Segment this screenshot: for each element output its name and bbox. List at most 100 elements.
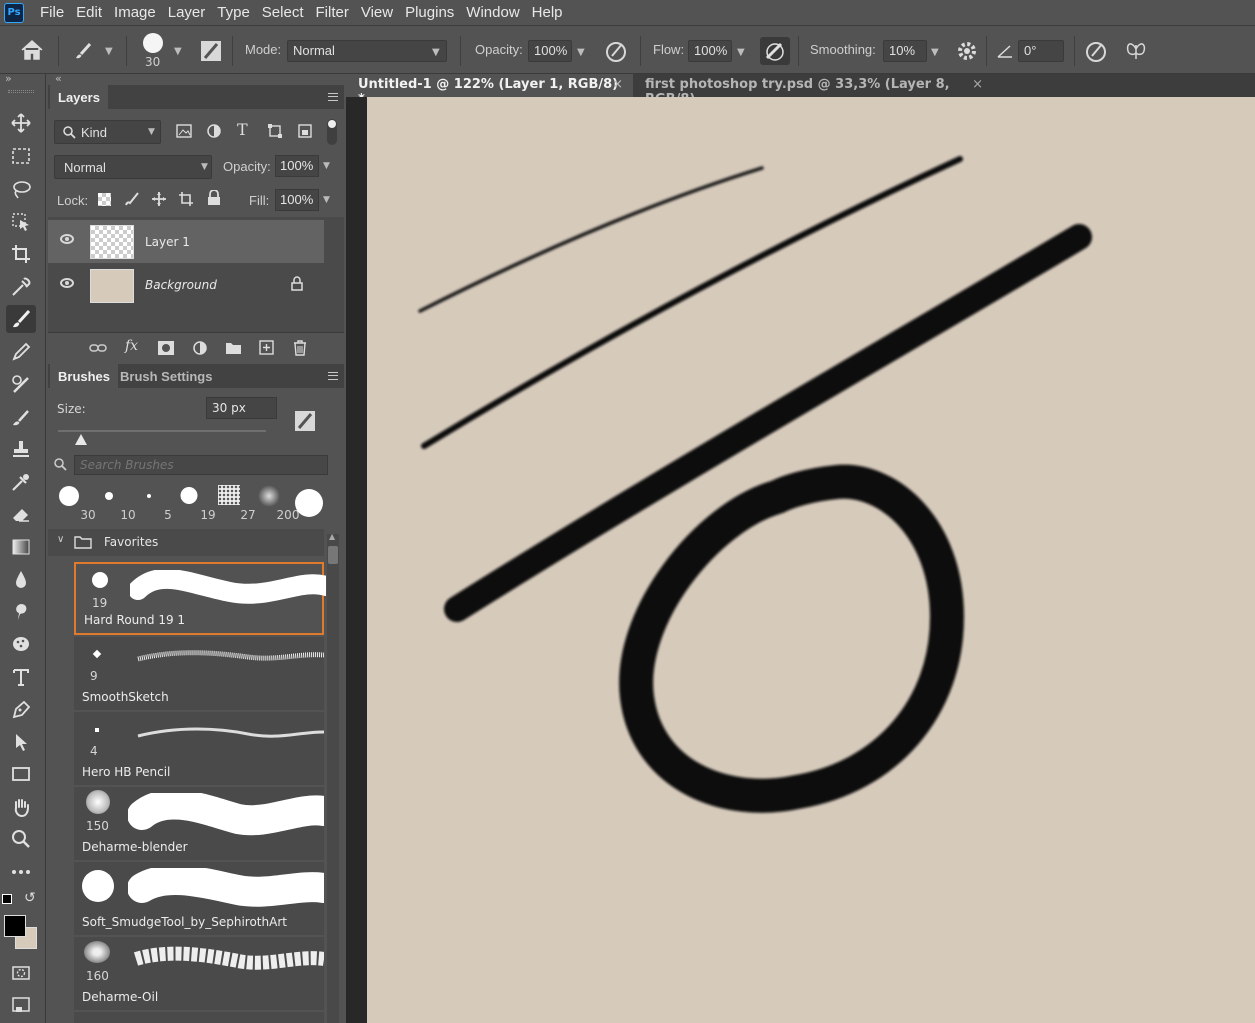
foreground-color-swatch[interactable] xyxy=(4,915,26,937)
brush-preset-200[interactable]: 200 xyxy=(250,484,299,522)
more-tools-icon[interactable] xyxy=(6,858,36,886)
brush-preset-5[interactable]: 5 xyxy=(130,484,172,522)
sponge-tool-icon[interactable] xyxy=(6,630,36,658)
lasso-tool-icon[interactable] xyxy=(6,175,36,203)
chevron-down-icon[interactable]: ∨ xyxy=(57,534,64,545)
clone-stamp-tool-icon[interactable] xyxy=(6,435,36,463)
swap-colors-icon[interactable]: ↺ xyxy=(24,890,36,906)
brush-item-deharme-blender[interactable]: 150 Deharme-blender xyxy=(74,787,324,860)
filter-adjustment-icon[interactable] xyxy=(206,123,222,139)
brush-item-deharme-oil[interactable]: 160 Deharme-Oil xyxy=(74,937,324,1010)
brush-item-hard-round[interactable]: 19 Hard Round 19 1 xyxy=(74,562,326,635)
menu-help[interactable]: Help xyxy=(526,4,569,21)
layer-opacity-input[interactable]: 100% xyxy=(275,155,319,177)
object-selection-tool-icon[interactable] xyxy=(6,208,36,236)
symmetry-butterfly-icon[interactable] xyxy=(1124,39,1148,63)
filter-toggle[interactable] xyxy=(327,119,337,145)
grip-icon[interactable] xyxy=(8,90,34,93)
fx-icon[interactable]: fx xyxy=(125,338,138,354)
adjustment-layer-icon[interactable] xyxy=(192,340,208,356)
move-tool-icon[interactable] xyxy=(6,109,36,137)
brushes-scrollbar[interactable]: ▲ xyxy=(327,532,339,1023)
tab-untitled-1[interactable]: Untitled-1 @ 122% (Layer 1, RGB/8) * × xyxy=(346,74,633,107)
path-selection-tool-icon[interactable] xyxy=(6,728,36,756)
brush-preset-19[interactable]: 19 xyxy=(170,484,216,522)
brush-size-input[interactable]: 30 px xyxy=(206,397,277,419)
menu-edit[interactable]: Edit xyxy=(70,4,108,21)
scrollbar-thumb[interactable] xyxy=(328,546,338,564)
opacity-input[interactable]: 100% xyxy=(528,40,572,62)
filter-smart-object-icon[interactable] xyxy=(297,123,313,139)
mode-select[interactable]: Normal xyxy=(287,40,447,62)
history-brush-tool-icon[interactable] xyxy=(6,403,36,431)
tab-brushes[interactable]: Brushes xyxy=(50,364,119,388)
quick-mask-icon[interactable] xyxy=(6,959,36,987)
menu-layer[interactable]: Layer xyxy=(162,4,212,21)
airbrush-toggle[interactable] xyxy=(760,37,790,65)
chevron-down-icon[interactable]: ▼ xyxy=(323,161,330,171)
menu-select[interactable]: Select xyxy=(256,4,310,21)
layer-name[interactable]: Background xyxy=(145,278,217,292)
lock-transparent-icon[interactable] xyxy=(98,193,111,206)
brush-preset-large[interactable] xyxy=(290,484,328,522)
lock-paint-icon[interactable] xyxy=(124,191,140,207)
chevron-down-icon[interactable]: ▼ xyxy=(577,47,585,58)
menu-window[interactable]: Window xyxy=(460,4,525,21)
panel-menu-icon[interactable] xyxy=(328,372,338,380)
layer-row-background[interactable]: Background xyxy=(48,264,324,307)
rectangle-tool-icon[interactable] xyxy=(6,760,36,788)
eraser-tool-icon[interactable] xyxy=(6,500,36,528)
chevron-down-icon[interactable]: ▼ xyxy=(323,195,330,205)
document-canvas[interactable] xyxy=(367,97,1255,1023)
brush-tip-preview[interactable] xyxy=(143,33,163,53)
pressure-opacity-icon[interactable] xyxy=(604,39,628,63)
gradient-tool-icon[interactable] xyxy=(6,533,36,561)
close-icon[interactable]: × xyxy=(972,77,983,92)
mixer-brush-tool-icon[interactable] xyxy=(6,370,36,398)
tab-first-photoshop-try[interactable]: first photoshop try.psd @ 33,3% (Layer 8… xyxy=(633,74,993,107)
brush-item-soft-smudge[interactable]: Soft_SmudgeTool_by_SephirothArt xyxy=(74,862,324,935)
eye-icon[interactable] xyxy=(60,234,74,244)
brush-item-hero-hb-pencil[interactable]: 4 Hero HB Pencil xyxy=(74,712,324,785)
chevron-down-icon[interactable]: ▼ xyxy=(105,46,113,57)
smudge-tool-icon[interactable] xyxy=(6,598,36,626)
menu-image[interactable]: Image xyxy=(108,4,162,21)
blur-tool-icon[interactable] xyxy=(6,565,36,593)
layer-row-layer-1[interactable]: Layer 1 xyxy=(48,220,324,263)
panel-menu-icon[interactable] xyxy=(328,93,338,101)
scroll-up-icon[interactable]: ▲ xyxy=(329,532,335,541)
chevron-down-icon[interactable]: ▼ xyxy=(931,47,939,58)
tab-brush-settings[interactable]: Brush Settings xyxy=(112,364,220,388)
menu-view[interactable]: View xyxy=(355,4,399,21)
brush-settings-toggle-icon[interactable] xyxy=(200,40,222,62)
brush-settings-toggle-icon[interactable] xyxy=(294,410,316,432)
link-layers-icon[interactable] xyxy=(89,342,107,354)
spot-healing-tool-icon[interactable] xyxy=(6,468,36,496)
gear-icon[interactable] xyxy=(956,40,978,62)
menu-file[interactable]: File xyxy=(34,4,70,21)
collapse-arrows-icon[interactable]: » xyxy=(5,72,12,85)
brush-item-partial[interactable] xyxy=(74,1012,324,1023)
type-tool-icon[interactable] xyxy=(6,663,36,691)
eyedropper-tool-icon[interactable] xyxy=(6,273,36,301)
brush-tool-icon[interactable] xyxy=(6,305,36,333)
default-colors-icon[interactable] xyxy=(2,894,12,904)
filter-type-icon[interactable]: T xyxy=(237,120,248,139)
hand-tool-icon[interactable] xyxy=(6,793,36,821)
marquee-tool-icon[interactable] xyxy=(6,142,36,170)
brush-preset-27[interactable]: 27 xyxy=(210,484,256,522)
menu-filter[interactable]: Filter xyxy=(310,4,355,21)
chevron-down-icon[interactable]: ▼ xyxy=(174,46,182,57)
eye-icon[interactable] xyxy=(60,278,74,288)
pen-tool-icon[interactable] xyxy=(6,695,36,723)
brush-tool-preset-icon[interactable] xyxy=(72,40,94,62)
close-icon[interactable]: × xyxy=(612,77,623,92)
lock-artboard-icon[interactable] xyxy=(178,191,194,207)
brush-group-favorites[interactable]: ∨ Favorites xyxy=(48,529,324,556)
brush-preset-10[interactable]: 10 xyxy=(90,484,136,522)
smoothing-input[interactable]: 10% xyxy=(883,40,927,62)
new-layer-icon[interactable] xyxy=(259,340,274,355)
angle-input[interactable]: 0° xyxy=(1018,40,1064,62)
flow-input[interactable]: 100% xyxy=(688,40,732,62)
home-icon[interactable] xyxy=(20,39,44,61)
